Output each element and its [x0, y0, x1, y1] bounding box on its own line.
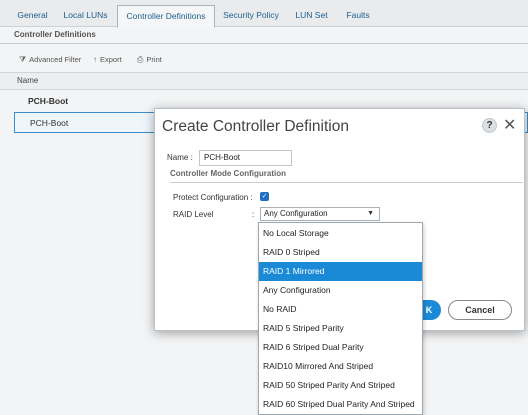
tab-faults[interactable]: Faults	[340, 5, 376, 27]
chevron-down-icon: ▼	[367, 210, 374, 217]
check-icon: ✓	[261, 193, 268, 200]
row-name: PCH-Boot	[30, 118, 69, 128]
raid-option[interactable]: No Local Storage	[259, 224, 422, 243]
raid-option[interactable]: RAID 60 Striped Dual Parity And Striped	[259, 395, 422, 414]
name-label: Name :	[167, 153, 193, 162]
raid-option-selected[interactable]: RAID 1 Mirrored	[259, 262, 422, 281]
raid-level-dropdown: No Local Storage RAID 0 Striped RAID 1 M…	[258, 222, 423, 415]
tab-security-policy[interactable]: Security Policy	[218, 5, 284, 27]
tab-lun-set[interactable]: LUN Set	[289, 5, 334, 27]
divider	[0, 43, 528, 44]
raid-option[interactable]: RAID 0 Striped	[259, 243, 422, 262]
protect-config-checkbox[interactable]: ✓	[260, 192, 269, 201]
tab-general[interactable]: General	[10, 5, 55, 27]
section-title: Controller Definitions	[14, 30, 96, 39]
print-icon: ⎙	[137, 55, 144, 64]
raid-option[interactable]: RAID10 Mirrored And Striped	[259, 357, 422, 376]
raid-option[interactable]: RAID 5 Striped Parity	[259, 319, 422, 338]
column-header-name[interactable]: Name	[17, 76, 38, 85]
toolbar: ⧩ Advanced Filter ↑ Export ⎙ Print	[0, 50, 528, 71]
print-label: Print	[146, 55, 162, 64]
group-row[interactable]: PCH-Boot	[28, 96, 68, 106]
raid-level-label: RAID Level	[173, 210, 214, 219]
cancel-button[interactable]: Cancel	[448, 300, 512, 320]
divider	[170, 182, 523, 183]
name-field[interactable]: PCH-Boot	[199, 150, 292, 166]
help-icon[interactable]: ?	[482, 118, 497, 133]
advanced-filter-button[interactable]: ⧩ Advanced Filter	[19, 55, 81, 65]
raid-level-colon: :	[252, 210, 255, 219]
tab-bar: General Local LUNs Controller Definition…	[0, 0, 528, 28]
grid-header: Name	[0, 72, 528, 90]
raid-option[interactable]: No RAID	[259, 300, 422, 319]
export-button[interactable]: ↑ Export	[93, 55, 122, 64]
export-icon: ↑	[93, 55, 97, 64]
raid-level-value: Any Configuration	[264, 209, 328, 218]
export-label: Export	[100, 55, 122, 64]
raid-option[interactable]: RAID 6 Striped Dual Parity	[259, 338, 422, 357]
raid-option[interactable]: Any Configuration	[259, 281, 422, 300]
raid-option[interactable]: RAID 50 Striped Parity And Striped	[259, 376, 422, 395]
mode-config-heading: Controller Mode Configuration	[170, 169, 286, 178]
protect-config-label: Protect Configuration :	[173, 193, 253, 202]
filter-icon: ⧩	[19, 55, 27, 64]
close-icon[interactable]: ✕	[503, 115, 516, 135]
tab-controller-definitions[interactable]: Controller Definitions	[117, 5, 215, 28]
dialog-title: Create Controller Definition	[162, 118, 349, 135]
print-button[interactable]: ⎙ Print	[137, 55, 162, 65]
tab-local-luns[interactable]: Local LUNs	[58, 5, 113, 27]
advanced-filter-label: Advanced Filter	[29, 55, 82, 64]
raid-level-select[interactable]: Any Configuration ▼	[260, 207, 380, 221]
